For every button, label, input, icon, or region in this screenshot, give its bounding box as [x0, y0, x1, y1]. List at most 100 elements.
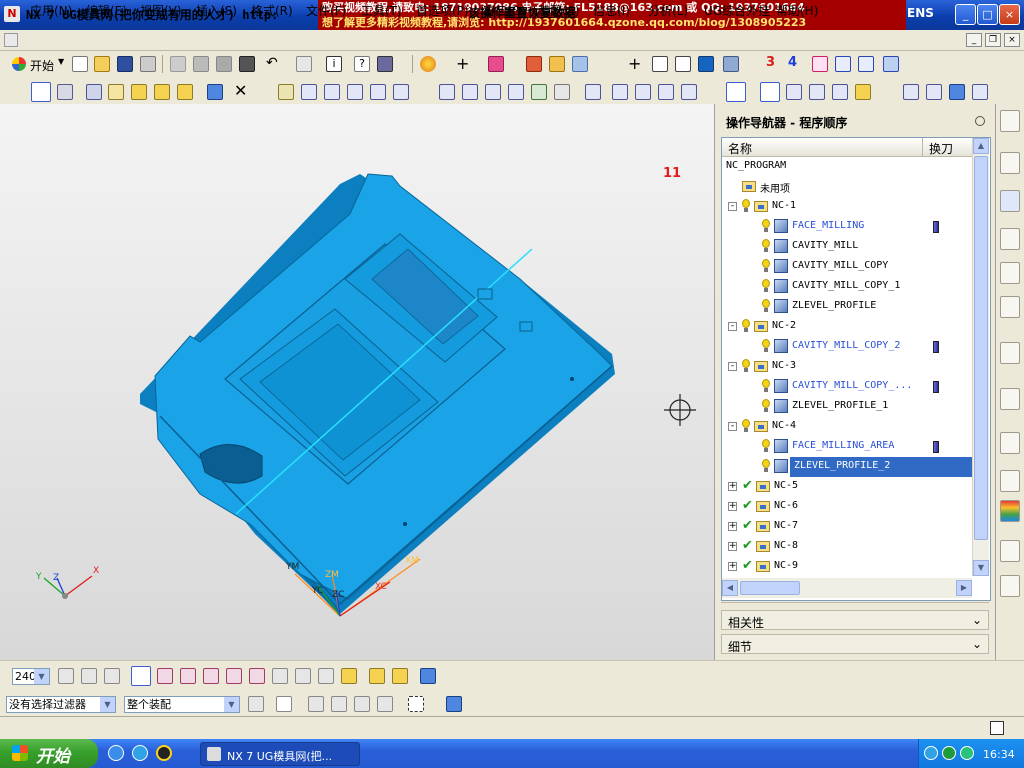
view-tool-icon-6[interactable] — [203, 668, 219, 684]
view-tool-icon-11[interactable] — [318, 668, 334, 684]
layer-settings-icon[interactable] — [526, 56, 542, 72]
scroll-right-button[interactable]: ▶ — [956, 580, 972, 596]
nav-tool-icon-2[interactable] — [809, 84, 825, 100]
menu-tools[interactable]: 工具(T) — [361, 2, 402, 19]
repeat-command-icon[interactable] — [296, 56, 312, 72]
feeds-speeds-icon[interactable] — [658, 84, 674, 100]
edit-object-display-icon[interactable] — [549, 56, 565, 72]
column-header-tool-change[interactable]: 换刀 — [929, 140, 953, 157]
type-filter-select[interactable]: 没有选择过滤器 ▼ — [6, 696, 116, 713]
minimize-button[interactable]: _ — [955, 4, 976, 25]
cam-tool-icon-3[interactable] — [485, 84, 501, 100]
resource-web-browser-icon[interactable] — [1000, 342, 1020, 364]
cam-edit-icon-2[interactable] — [301, 84, 317, 100]
save-icon[interactable] — [117, 56, 133, 72]
resource-system-scenes-icon[interactable] — [1000, 575, 1020, 597]
selection-mode-icon[interactable] — [726, 82, 746, 102]
object-tools-icon[interactable] — [681, 84, 697, 100]
help-icon[interactable]: ? — [354, 56, 370, 72]
method-view-icon[interactable] — [108, 84, 124, 100]
copy-icon[interactable] — [193, 56, 209, 72]
program-group-row[interactable]: 未用项 — [722, 177, 972, 197]
resource-library-icon[interactable] — [1000, 262, 1020, 284]
graphics-window[interactable]: XM YM ZM XC YC ZC 11 X Y Z — [0, 104, 714, 660]
tray-collapse-icon[interactable] — [924, 746, 938, 760]
pin-icon[interactable] — [975, 116, 985, 126]
command-finder-icon[interactable] — [377, 56, 393, 72]
nav-tool-icon-1[interactable] — [786, 84, 802, 100]
point-constructor-icon[interactable]: + — [628, 54, 641, 73]
menu-analysis[interactable]: 分析(L) — [648, 2, 688, 19]
crosshair-icon[interactable]: + — [456, 54, 469, 73]
cam-tool-icon-4[interactable] — [508, 84, 524, 100]
expand-icon[interactable]: + — [728, 502, 737, 511]
information-icon[interactable]: i — [326, 56, 342, 72]
paste-icon[interactable] — [216, 56, 232, 72]
menu-insert[interactable]: 插入(S) — [196, 2, 237, 19]
resource-reuse-library-icon[interactable] — [1000, 296, 1020, 318]
mdi-close-button[interactable]: × — [1004, 33, 1020, 47]
filter-tool-icon-8[interactable] — [446, 696, 462, 712]
view-tool-icon-2[interactable] — [81, 668, 97, 684]
new-file-icon[interactable] — [72, 56, 88, 72]
cls-output-icon[interactable] — [635, 84, 651, 100]
collapse-icon[interactable]: - — [728, 362, 737, 371]
resource-palette-icon[interactable] — [1000, 500, 1020, 522]
machine-tool-view-icon[interactable] — [57, 84, 73, 100]
program-group-row[interactable]: - NC-2 — [722, 317, 972, 337]
mdi-minimize-button[interactable]: _ — [966, 33, 982, 47]
ie-browser-icon[interactable] — [108, 745, 124, 761]
operation-row[interactable]: CAVITY_MILL_COPY_2 — [722, 337, 972, 357]
resource-machine-navigator-icon[interactable] — [1000, 228, 1020, 250]
scroll-up-button[interactable]: ▲ — [973, 138, 989, 154]
delete-icon[interactable] — [239, 56, 255, 72]
nx-app-icon[interactable]: N — [4, 6, 20, 22]
document-icon[interactable] — [4, 33, 18, 47]
details-section[interactable]: 细节 ⌄ — [721, 634, 989, 654]
snap-point-icon[interactable] — [488, 56, 504, 72]
postprocess-icon[interactable] — [585, 84, 601, 100]
start-button[interactable]: 开始 — [0, 739, 98, 768]
resource-part-navigator-icon[interactable] — [1000, 152, 1020, 174]
program-order-view-icon[interactable] — [31, 82, 51, 102]
program-group-row[interactable]: + ✔ NC-7 — [722, 517, 972, 537]
nav-tool-icon-4[interactable] — [855, 84, 871, 100]
plugin-3-icon[interactable]: 3 — [766, 55, 775, 70]
nav-tool-icon-3[interactable] — [832, 84, 848, 100]
view-tool-icon-14[interactable] — [392, 668, 408, 684]
expand-icon[interactable]: + — [728, 522, 737, 531]
full-screen-icon[interactable] — [990, 721, 1004, 735]
start-menu-button[interactable]: 开始 — [30, 57, 54, 74]
program-group-row[interactable]: + ✔ NC-8 — [722, 537, 972, 557]
filter-tool-icon-4[interactable] — [331, 696, 347, 712]
nav-tool-icon-7[interactable] — [949, 84, 965, 100]
chevron-down-icon[interactable]: ▼ — [224, 697, 239, 712]
plugin-4-icon[interactable]: 4 — [788, 55, 797, 70]
undo-icon[interactable]: ↶ — [266, 55, 278, 71]
view-tool-icon-10[interactable] — [295, 668, 311, 684]
view-tool-icon-13[interactable] — [369, 668, 385, 684]
operation-row[interactable]: FACE_MILLING — [722, 217, 972, 237]
shading-palette-icon[interactable] — [420, 56, 436, 72]
menu-application[interactable]: 应用(N) — [30, 2, 72, 19]
cam-tool-icon-5[interactable] — [531, 84, 547, 100]
chevron-down-icon[interactable]: ▼ — [34, 669, 49, 684]
panel-splitter[interactable] — [721, 602, 989, 607]
delete-x-icon[interactable]: ✕ — [234, 81, 247, 100]
expand-icon[interactable]: + — [728, 542, 737, 551]
program-group-row[interactable]: + ✔ NC-6 — [722, 497, 972, 517]
taskbar-item-nx[interactable]: NX 7 UG模具网(把... — [200, 742, 360, 766]
menu-edit[interactable]: 编辑(E) — [86, 2, 127, 19]
operation-row[interactable]: CAVITY_MILL — [722, 237, 972, 257]
cam-tool-icon-2[interactable] — [462, 84, 478, 100]
rectangle-tool-icon[interactable] — [675, 56, 691, 72]
workpiece-icon[interactable] — [207, 84, 223, 100]
program-group-row[interactable]: + ✔ NC-9 — [722, 557, 972, 577]
view-tool-icon-8[interactable] — [249, 668, 265, 684]
filter-tool-icon-6[interactable] — [377, 696, 393, 712]
view-tool-icon-4[interactable] — [157, 668, 173, 684]
resource-history-icon[interactable] — [1000, 388, 1020, 410]
cam-edit-icon-4[interactable] — [347, 84, 363, 100]
collapse-icon[interactable]: - — [728, 202, 737, 211]
view-tool-icon-15[interactable] — [420, 668, 436, 684]
